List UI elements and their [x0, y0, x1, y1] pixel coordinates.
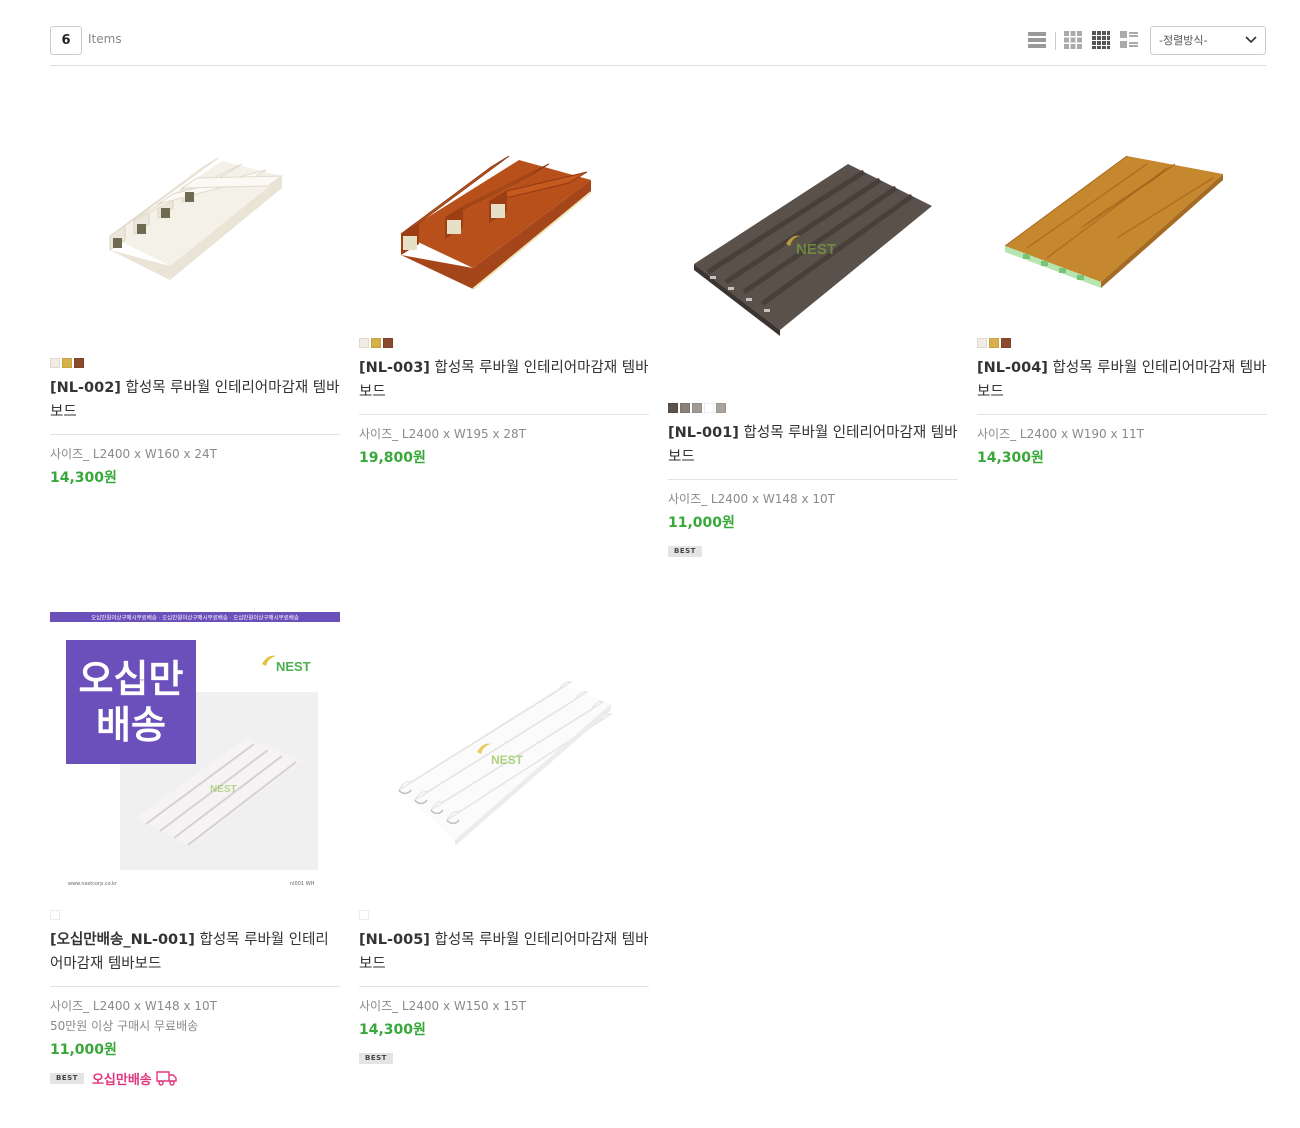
color-swatch[interactable]	[371, 338, 381, 348]
view-divider	[1055, 32, 1056, 50]
badge-row: BEST 오십만배송	[50, 1069, 340, 1088]
product-name-link[interactable]: [NL-004] 합성목 루바월 인테리어마감재 템바보드	[977, 356, 1267, 415]
color-swatch[interactable]	[704, 403, 714, 413]
product-price: 14,300원	[50, 470, 117, 486]
color-swatch[interactable]	[680, 403, 690, 413]
product-code: [NL-004]	[977, 360, 1048, 376]
product-code: [오십만배송_NL-001]	[50, 932, 195, 948]
product-name-link[interactable]: [NL-005] 합성목 루바월 인테리어마감재 템바보드	[359, 928, 649, 987]
shipping-badge-label: 오십만배송	[91, 1072, 152, 1088]
shipping-badge: 오십만배송	[92, 1069, 178, 1088]
color-swatch[interactable]	[1001, 338, 1011, 348]
color-swatch[interactable]	[50, 358, 60, 368]
shipping-note: 50만원 이상 구매시 무료배송	[50, 1019, 199, 1033]
product-price: 11,000원	[50, 1042, 117, 1058]
product-image[interactable]: 오십만원이상구매시무료배송 · 오십만원이상구매시무료배송 · 오십만원이상구매…	[50, 612, 340, 910]
product-name-link[interactable]: [NL-003] 합성목 루바월 인테리어마감재 템바보드	[359, 356, 649, 415]
grid-4-icon[interactable]	[1091, 30, 1111, 50]
color-swatches	[977, 338, 1267, 348]
product-spec: 사이즈_ L2400 x W195 x 28T	[359, 427, 526, 441]
promo-website: www.nestcorp.co.kr	[68, 881, 118, 887]
product-code: [NL-001]	[668, 425, 739, 441]
product-card: [NL-003] 합성목 루바월 인테리어마감재 템바보드 사이즈_ L2400…	[359, 68, 649, 468]
product-name-link[interactable]: [오십만배송_NL-001] 합성목 루바월 인테리어마감재 템바보드	[50, 928, 340, 987]
list-view-icon[interactable]	[1027, 30, 1047, 50]
brand-logo-text: NEST	[276, 659, 311, 674]
product-card: NEST [NL-001] 합성목 루바월 인테리어마감재 템바보드 사이즈_ …	[668, 68, 958, 559]
watermark-text: NEST	[210, 784, 237, 795]
product-name-link[interactable]: [NL-002] 합성목 루바월 인테리어마감재 템바보드	[50, 376, 340, 435]
color-swatch[interactable]	[359, 338, 369, 348]
color-swatch[interactable]	[716, 403, 726, 413]
promo-title-line1: 오십만	[79, 657, 184, 701]
product-spec: 사이즈_ L2400 x W148 x 10T	[668, 492, 835, 506]
color-swatches	[50, 910, 340, 920]
promo-model: nl001 WH	[290, 881, 315, 887]
promo-title-line2: 배송	[96, 703, 166, 747]
color-swatch[interactable]	[977, 338, 987, 348]
color-swatches	[359, 910, 649, 920]
color-swatch[interactable]	[50, 910, 60, 920]
list-toolbar: 6 Items -정렬방식-	[50, 26, 1266, 66]
product-image[interactable]	[977, 68, 1267, 338]
product-price: 14,300원	[359, 1022, 426, 1038]
product-card: [NL-004] 합성목 루바월 인테리어마감재 템바보드 사이즈_ L2400…	[977, 68, 1267, 468]
product-card: NEST [NL-005] 합성목 루바월 인테리어마감재 템바보드 사이즈_ …	[359, 612, 649, 1066]
watermark-text: NEST	[796, 241, 836, 258]
promo-banner-text: 오십만원이상구매시무료배송 · 오십만원이상구매시무료배송 · 오십만원이상구매…	[91, 614, 299, 622]
product-code: [NL-002]	[50, 380, 121, 396]
product-spec: 사이즈_ L2400 x W160 x 24T	[50, 447, 217, 461]
sort-select[interactable]: -정렬방식-	[1150, 26, 1266, 55]
truck-icon	[156, 1071, 177, 1086]
product-spec: 사이즈_ L2400 x W148 x 10T	[50, 999, 217, 1013]
product-image[interactable]	[359, 68, 649, 338]
product-image[interactable]	[50, 68, 340, 358]
badge-row: BEST	[359, 1050, 649, 1066]
product-image[interactable]: NEST	[668, 68, 958, 403]
grid-3-icon[interactable]	[1063, 30, 1083, 50]
best-badge: BEST	[50, 1072, 84, 1084]
list-detail-icon[interactable]	[1119, 30, 1139, 50]
product-card: [NL-002] 합성목 루바월 인테리어마감재 템바보드 사이즈_ L2400…	[50, 68, 340, 488]
item-count: 6	[50, 26, 82, 55]
color-swatches	[359, 338, 649, 348]
product-price: 19,800원	[359, 450, 426, 466]
watermark-text: NEST	[491, 753, 524, 767]
color-swatch[interactable]	[62, 358, 72, 368]
badge-row: BEST	[668, 543, 958, 559]
product-code: [NL-005]	[359, 932, 430, 948]
color-swatch[interactable]	[383, 338, 393, 348]
item-count-label: Items	[88, 32, 122, 46]
product-name-link[interactable]: [NL-001] 합성목 루바월 인테리어마감재 템바보드	[668, 421, 958, 480]
best-badge: BEST	[668, 545, 702, 557]
product-image[interactable]: NEST	[359, 612, 649, 910]
product-card: 오십만원이상구매시무료배송 · 오십만원이상구매시무료배송 · 오십만원이상구매…	[50, 612, 340, 1088]
product-spec: 사이즈_ L2400 x W150 x 15T	[359, 999, 526, 1013]
color-swatch[interactable]	[668, 403, 678, 413]
product-price: 14,300원	[977, 450, 1044, 466]
color-swatches	[668, 403, 958, 413]
product-price: 11,000원	[668, 515, 735, 531]
product-code: [NL-003]	[359, 360, 430, 376]
color-swatch[interactable]	[989, 338, 999, 348]
sort-select-value: -정렬방식-	[1159, 34, 1208, 47]
color-swatch[interactable]	[74, 358, 84, 368]
best-badge: BEST	[359, 1052, 393, 1064]
color-swatch[interactable]	[359, 910, 369, 920]
color-swatch[interactable]	[692, 403, 702, 413]
chevron-down-icon	[1245, 36, 1257, 44]
product-spec: 사이즈_ L2400 x W190 x 11T	[977, 427, 1144, 441]
color-swatches	[50, 358, 340, 368]
